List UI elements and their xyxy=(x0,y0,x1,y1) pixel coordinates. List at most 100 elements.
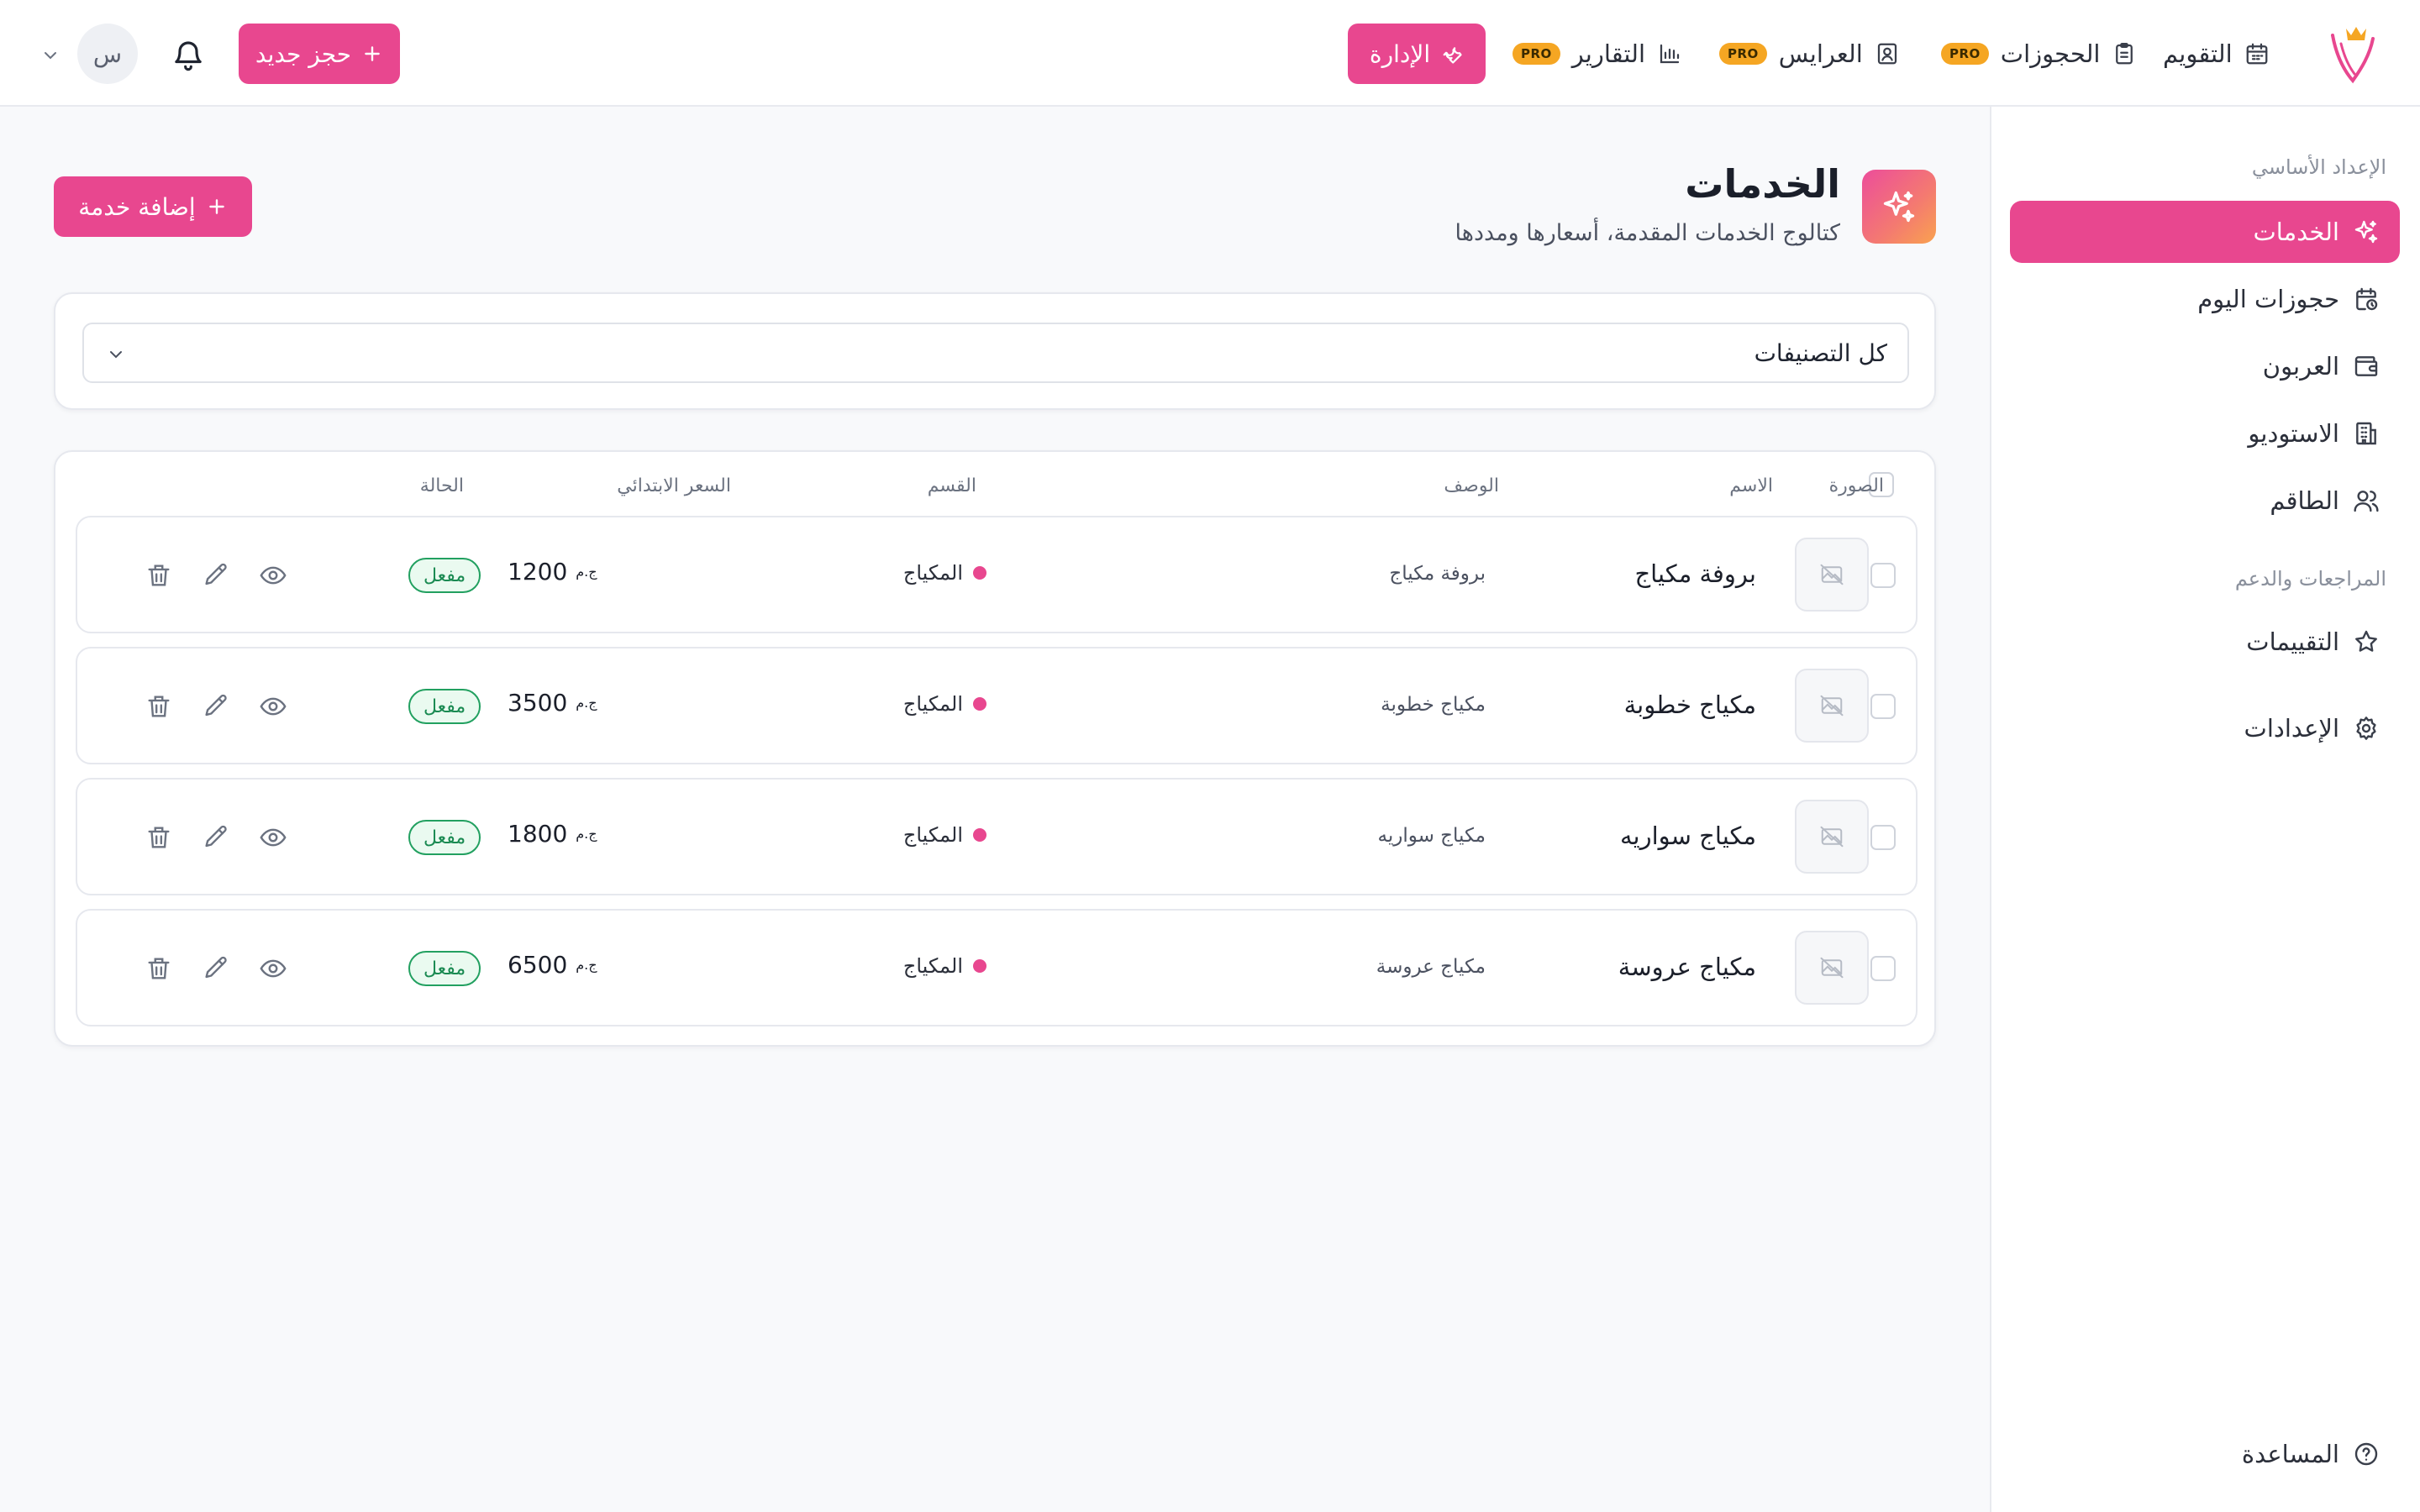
service-price: 6500 ج.م xyxy=(508,951,597,979)
sidebar-item-studio[interactable]: الاستوديو xyxy=(2010,402,2400,465)
category-select-value: كل التصنيفات xyxy=(1754,339,1887,367)
eye-icon[interactable] xyxy=(259,692,287,721)
brand-logo[interactable] xyxy=(2324,24,2378,84)
pro-badge: PRO xyxy=(1512,43,1560,65)
sidebar-item-label: العربون xyxy=(2262,352,2339,381)
building-icon xyxy=(2353,420,2380,447)
eye-icon[interactable] xyxy=(259,561,287,590)
price-value: 1200 xyxy=(508,558,568,585)
image-placeholder-icon xyxy=(1795,931,1869,1005)
bell-icon[interactable] xyxy=(171,39,205,72)
sidebar-item-label: الاستوديو xyxy=(2248,419,2339,448)
plus-icon xyxy=(361,43,383,65)
category-select[interactable]: كل التصنيفات xyxy=(82,323,1909,383)
sidebar-item-deposit[interactable]: العربون xyxy=(2010,335,2400,397)
column-header-status: الحالة xyxy=(419,475,464,496)
category-label: المكياج xyxy=(902,692,963,716)
admin-button[interactable]: الإدارة xyxy=(1348,24,1486,84)
nav-label: الحجوزات xyxy=(2000,39,2101,68)
eye-icon[interactable] xyxy=(259,823,287,852)
row-checkbox[interactable] xyxy=(1870,563,1896,588)
image-placeholder-icon xyxy=(1795,538,1869,612)
row-checkbox[interactable] xyxy=(1870,956,1896,981)
nav-label: التقويم xyxy=(2163,39,2233,68)
sidebar-item-label: المساعدة xyxy=(2241,1440,2339,1468)
trash-icon[interactable] xyxy=(145,692,173,721)
plus-icon xyxy=(206,196,228,218)
currency-symbol: ج.م xyxy=(576,564,597,580)
service-category: المكياج xyxy=(903,954,986,978)
table-row[interactable]: بروفة مكياج بروفة مكياج المكياج 1200 ج.م… xyxy=(76,516,1918,633)
image-placeholder-icon xyxy=(1795,669,1869,743)
table-row[interactable]: مكياج خطوبة مكياج خطوبة المكياج 3500 ج.م… xyxy=(76,647,1918,764)
trash-icon[interactable] xyxy=(145,561,173,590)
contact-badge-icon xyxy=(1875,41,1900,66)
sidebar-item-today-bookings[interactable]: حجوزات اليوم xyxy=(2010,268,2400,330)
nav-reports[interactable]: التقارير PRO xyxy=(1512,30,1682,77)
sidebar-item-label: الإعدادات xyxy=(2244,714,2339,743)
category-label: المكياج xyxy=(902,954,963,978)
help-circle-icon xyxy=(2353,1441,2380,1467)
service-category: المكياج xyxy=(903,561,986,585)
page-subtitle: كتالوج الخدمات المقدمة، أسعارها ومددها xyxy=(1455,220,1840,246)
service-description: مكياج سواريه xyxy=(1377,825,1486,847)
nav-brides[interactable]: العرايس PRO xyxy=(1719,30,1900,77)
column-header-start-price[interactable]: السعر الابتدائي xyxy=(617,475,731,496)
pencil-icon[interactable] xyxy=(202,692,230,721)
sidebar-item-label: الخدمات xyxy=(2253,218,2339,246)
nav-bookings[interactable]: الحجوزات PRO xyxy=(1941,30,2137,77)
row-checkbox[interactable] xyxy=(1870,825,1896,850)
category-dot xyxy=(973,566,986,580)
status-badge: مفعل xyxy=(408,689,481,724)
pencil-icon[interactable] xyxy=(202,823,230,852)
service-name: بروفة مكياج xyxy=(1634,559,1756,588)
status-badge: مفعل xyxy=(408,951,481,986)
top-bar: التقويم الحجوزات PRO العرايس PRO التقاري… xyxy=(0,0,2420,107)
pencil-icon[interactable] xyxy=(202,954,230,983)
add-service-label: إضافة خدمة xyxy=(78,192,196,221)
chevron-down-icon[interactable] xyxy=(40,45,60,66)
category-dot xyxy=(973,959,986,973)
status-badge: مفعل xyxy=(408,820,481,855)
sidebar-item-reviews[interactable]: التقييمات xyxy=(2010,611,2400,673)
new-booking-button[interactable]: حجز جديد xyxy=(239,24,400,84)
sidebar-item-services[interactable]: الخدمات xyxy=(2010,201,2400,263)
nav-calendar[interactable]: التقويم xyxy=(2163,30,2270,77)
sparkles-icon xyxy=(2353,218,2380,245)
row-checkbox[interactable] xyxy=(1870,694,1896,719)
nav-label: العرايس xyxy=(1778,39,1863,68)
chevron-down-icon xyxy=(106,344,126,365)
category-label: المكياج xyxy=(902,823,963,847)
services-table: الصورة الاسم الوصف القسم السعر الابتدائي… xyxy=(54,450,1936,1047)
admin-button-label: الإدارة xyxy=(1369,39,1431,68)
eye-icon[interactable] xyxy=(259,954,287,983)
image-placeholder-icon xyxy=(1795,800,1869,874)
currency-symbol: ج.م xyxy=(576,957,597,973)
wrench-icon xyxy=(1440,42,1464,66)
wallet-icon xyxy=(2353,353,2380,380)
trash-icon[interactable] xyxy=(145,823,173,852)
price-value: 3500 xyxy=(508,689,568,717)
user-avatar[interactable]: س xyxy=(77,24,138,84)
price-value: 1800 xyxy=(508,820,568,848)
add-service-button[interactable]: إضافة خدمة xyxy=(54,176,252,237)
calendar-clock-icon xyxy=(2353,286,2380,312)
column-header-category[interactable]: القسم xyxy=(928,475,976,496)
price-value: 6500 xyxy=(508,951,568,979)
sidebar-item-settings[interactable]: الإعدادات xyxy=(2010,697,2400,759)
sidebar-item-label: حجوزات اليوم xyxy=(2197,285,2339,313)
service-name: مكياج عروسة xyxy=(1618,953,1756,981)
pencil-icon[interactable] xyxy=(202,561,230,590)
service-category: المكياج xyxy=(903,823,986,847)
service-name: مكياج سواريه xyxy=(1619,822,1756,850)
currency-symbol: ج.م xyxy=(576,826,597,842)
column-header-name[interactable]: الاسم xyxy=(1729,475,1773,496)
clipboard-icon xyxy=(2112,41,2137,66)
sidebar-item-label: الطاقم xyxy=(2270,486,2339,515)
sidebar-item-staff[interactable]: الطاقم xyxy=(2010,470,2400,532)
sidebar-item-help[interactable]: المساعدة xyxy=(2010,1423,2400,1485)
table-row[interactable]: مكياج عروسة مكياج عروسة المكياج 6500 ج.م… xyxy=(76,909,1918,1026)
table-row[interactable]: مكياج سواريه مكياج سواريه المكياج 1800 ج… xyxy=(76,778,1918,895)
column-header-image: الصورة xyxy=(1828,475,1884,496)
trash-icon[interactable] xyxy=(145,954,173,983)
